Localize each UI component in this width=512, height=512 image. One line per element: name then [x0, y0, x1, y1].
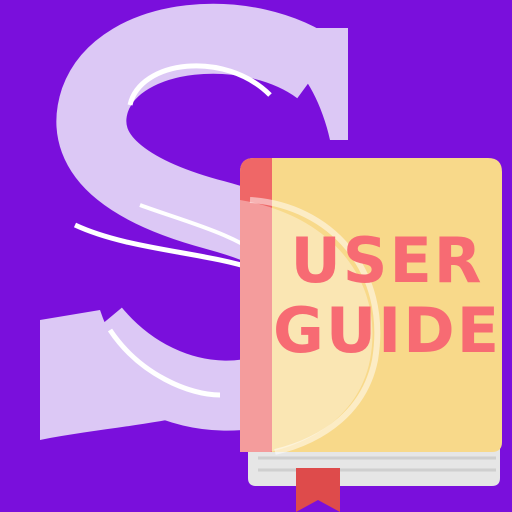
- user-guide-book-icon: USER GUIDE: [240, 158, 502, 512]
- logo-artwork: USER GUIDE: [0, 0, 512, 512]
- logo-canvas: USER GUIDE: [0, 0, 512, 512]
- book-title-line-2: GUIDE: [273, 294, 501, 367]
- book-title-line-1: USER: [290, 224, 483, 297]
